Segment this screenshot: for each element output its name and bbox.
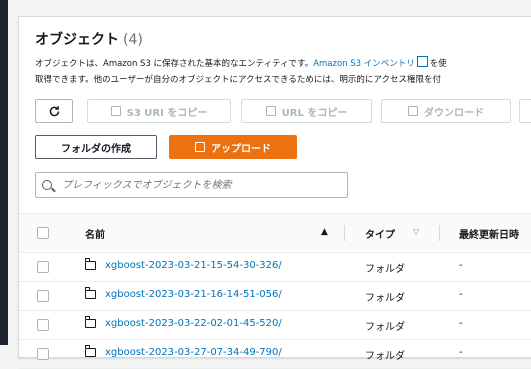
object-last-modified: - xyxy=(459,347,463,358)
search-box[interactable] xyxy=(35,172,348,198)
object-type: フォルダ xyxy=(365,293,405,304)
sort-ascending-icon[interactable]: ▲ xyxy=(321,227,328,237)
panel-description: オブジェクトは、Amazon S3 に保存された基本的なエンティティです。Ama… xyxy=(35,56,447,88)
panel-title: オブジェクト (4) xyxy=(35,29,143,49)
sort-descending-icon[interactable]: ▽ xyxy=(413,227,419,236)
description-tail: を使 xyxy=(429,59,447,69)
copy-s3-uri-label: S3 URI をコピー xyxy=(126,107,208,119)
download-icon xyxy=(408,106,418,116)
search-icon xyxy=(42,180,52,190)
description-line-1: オブジェクトは、Amazon S3 に保存された基本的なエンティティです。Ama… xyxy=(35,56,447,72)
copy-icon xyxy=(265,106,276,116)
folder-icon xyxy=(84,316,96,328)
object-last-modified: - xyxy=(459,289,463,300)
table-row[interactable]: xgboost-2023-03-22-02-01-45-520/ フォルダ - xyxy=(19,311,531,340)
row-checkbox[interactable] xyxy=(37,319,49,331)
refresh-icon xyxy=(49,105,59,116)
copy-url-label: URL をコピー xyxy=(281,107,348,119)
table-row[interactable]: xgboost-2023-03-21-16-14-51-056/ フォルダ - xyxy=(19,282,531,311)
object-count: (4) xyxy=(123,32,143,48)
search-input[interactable] xyxy=(60,178,344,192)
header-name[interactable]: 名前 xyxy=(85,226,105,241)
upload-icon xyxy=(195,142,205,152)
left-nav-edge xyxy=(0,0,8,345)
download-label: ダウンロード xyxy=(424,107,484,119)
table-row[interactable]: xgboost-2023-03-27-07-34-49-790/ フォルダ - xyxy=(19,340,531,369)
upload-button[interactable]: アップロード xyxy=(169,135,297,159)
create-folder-label: フォルダの作成 xyxy=(61,143,131,155)
description-text: オブジェクトは、Amazon S3 に保存された基本的なエンティティです。 xyxy=(35,59,314,69)
table-header: 名前 ▲ タイプ ▽ 最終更新日時 xyxy=(19,213,531,253)
external-link-icon[interactable] xyxy=(416,56,428,67)
refresh-button[interactable] xyxy=(35,99,73,123)
inventory-link[interactable]: Amazon S3 インベントリ xyxy=(313,59,415,69)
copy-url-button[interactable]: URL をコピー xyxy=(241,99,372,123)
select-all-checkbox[interactable] xyxy=(37,227,49,239)
upload-label: アップロード xyxy=(211,143,271,155)
objects-panel: オブジェクト (4) オブジェクトは、Amazon S3 に保存された基本的なエン… xyxy=(18,16,531,369)
object-type: フォルダ xyxy=(365,351,405,362)
object-last-modified: - xyxy=(459,260,463,271)
object-name-link[interactable]: xgboost-2023-03-21-15-54-30-326/ xyxy=(105,260,282,271)
copy-s3-uri-button[interactable]: S3 URI をコピー xyxy=(87,99,231,123)
create-folder-button[interactable]: フォルダの作成 xyxy=(35,135,157,159)
object-last-modified: - xyxy=(459,318,463,329)
object-name-link[interactable]: xgboost-2023-03-27-07-34-49-790/ xyxy=(105,347,282,358)
header-type[interactable]: タイプ xyxy=(365,226,395,241)
column-divider[interactable] xyxy=(439,225,440,241)
description-line-2: 取得できます。他のユーザーが自分のオブジェクトにアクセスできるためには、明示的に… xyxy=(35,75,441,85)
table-row[interactable]: xgboost-2023-03-21-15-54-30-326/ フォルダ - xyxy=(19,253,531,282)
object-type: フォルダ xyxy=(365,264,405,275)
column-divider[interactable] xyxy=(344,225,345,241)
row-checkbox[interactable] xyxy=(37,290,49,302)
row-checkbox[interactable] xyxy=(37,348,49,360)
object-name-link[interactable]: xgboost-2023-03-22-02-01-45-520/ xyxy=(105,318,282,329)
copy-icon xyxy=(110,106,121,116)
object-name-link[interactable]: xgboost-2023-03-21-16-14-51-056/ xyxy=(105,289,282,300)
row-checkbox[interactable] xyxy=(37,261,49,273)
page-background: オブジェクト (4) オブジェクトは、Amazon S3 に保存された基本的なエン… xyxy=(0,0,531,369)
header-last-modified[interactable]: 最終更新日時 xyxy=(459,226,519,241)
objects-table: 名前 ▲ タイプ ▽ 最終更新日時 xgboost-2023-03-21-15-… xyxy=(19,213,531,369)
folder-icon xyxy=(84,258,96,270)
download-button[interactable]: ダウンロード xyxy=(381,99,511,123)
object-type: フォルダ xyxy=(365,322,405,333)
title-text: オブジェクト xyxy=(35,32,119,48)
folder-icon xyxy=(84,287,96,299)
folder-icon xyxy=(84,345,96,357)
more-actions-button[interactable] xyxy=(519,99,531,123)
